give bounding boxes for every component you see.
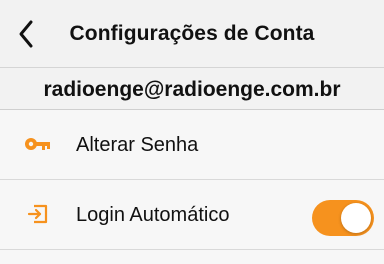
bottom-spacer (0, 250, 384, 264)
change-password-label: Alterar Senha (76, 134, 199, 156)
settings-list: Alterar Senha Login Automático (0, 110, 384, 250)
change-password-row[interactable]: Alterar Senha (0, 110, 384, 180)
key-icon (24, 132, 52, 156)
toggle-knob (341, 203, 371, 233)
account-email: radioenge@radioenge.com.br (43, 78, 341, 101)
account-email-row: radioenge@radioenge.com.br (0, 68, 384, 110)
auto-login-toggle[interactable] (312, 200, 374, 236)
auto-login-label: Login Automático (76, 204, 230, 226)
page-title: Configurações de Conta (69, 22, 315, 45)
auto-login-row: Login Automático (0, 180, 384, 250)
login-icon (24, 202, 52, 226)
navigation-bar: Configurações de Conta (0, 0, 384, 68)
account-settings-screen: Configurações de Conta radioenge@radioen… (0, 0, 384, 264)
